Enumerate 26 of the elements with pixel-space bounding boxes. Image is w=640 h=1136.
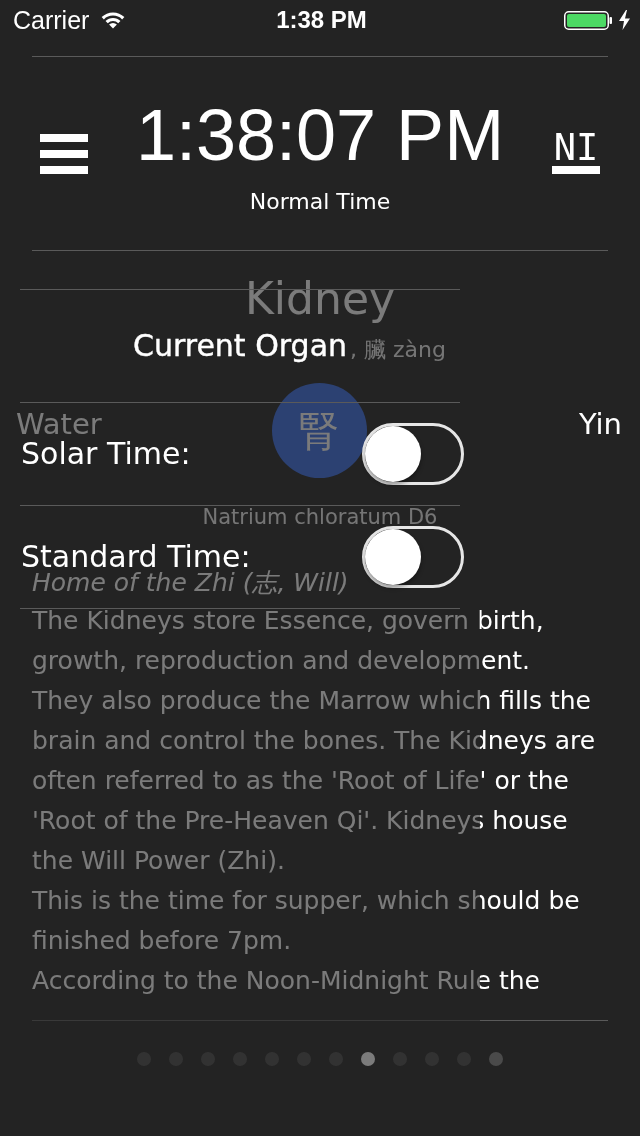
description-paragraph: According to the Noon-Midnight Rule the bbox=[32, 965, 541, 997]
wifi-icon bbox=[101, 11, 126, 29]
menu-icon[interactable] bbox=[40, 134, 88, 174]
remedy-label: Natrium chloratum D6 bbox=[202, 507, 438, 527]
menu-item[interactable]: Current Organ bbox=[132, 328, 348, 364]
polarity-label: Yin bbox=[578, 409, 622, 439]
organ-subtitle: , 臟 zàng bbox=[350, 336, 446, 364]
page-dot[interactable] bbox=[489, 1052, 503, 1066]
organ-symbol: 腎 bbox=[271, 383, 367, 478]
time-mode-label: Normal Time bbox=[249, 188, 391, 216]
clock-time: 1:38:07 PM bbox=[135, 99, 505, 171]
toggle-label: Solar Time: bbox=[21, 441, 191, 467]
toggle-switch[interactable] bbox=[362, 423, 464, 485]
battery-icon bbox=[564, 10, 612, 30]
description-paragraph: They also produce the Marrow which fills the brain and control the bones. The Kidneys are often referred to as the 'Root of Life' or the 'Root of the Pre-Heaven Qi'. Kidneys house the Will Power (Zhi). bbox=[32, 685, 597, 877]
organ-heading: Home of the Zhi (志, Will) bbox=[32, 571, 349, 595]
toggle-label: Standard Time: bbox=[21, 544, 251, 570]
organ-name: Kidney bbox=[245, 277, 395, 321]
mode-button[interactable]: NI bbox=[552, 129, 600, 174]
description-paragraph: This is the time for supper, which should be finished before 7pm. bbox=[32, 885, 581, 957]
page-dot[interactable] bbox=[361, 1052, 375, 1066]
status-time: 1:38 PM bbox=[276, 5, 367, 35]
element-label: Water bbox=[16, 409, 102, 439]
description-paragraph: The Kidneys store Essence, govern birth, growth, reproduction and development. bbox=[32, 605, 545, 677]
carrier-label: Carrier bbox=[13, 5, 90, 35]
toggle-switch[interactable] bbox=[362, 526, 464, 588]
